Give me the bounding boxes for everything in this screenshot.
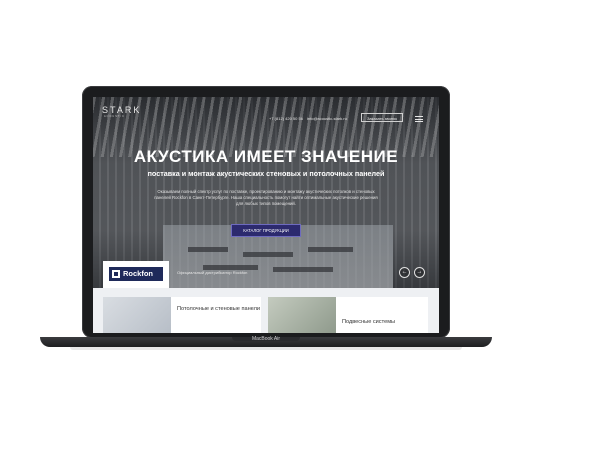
- category-title: Потолочные и стеновые панели: [177, 306, 260, 312]
- rockfon-logo: Rockfon: [109, 267, 163, 281]
- hero-title: АКУСТИКА ИМЕЕТ ЗНАЧЕНИЕ: [133, 147, 399, 166]
- catalog-button[interactable]: КАТАЛОГ ПРОДУКЦИИ: [231, 224, 301, 237]
- laptop-foot-shadow: [70, 347, 462, 350]
- partner-caption: Официальный дистрибьютор Rockfon: [177, 270, 248, 275]
- category-thumbnail: [268, 297, 336, 333]
- rockfon-logo-text: Rockfon: [123, 269, 153, 278]
- laptop-mockup: STARK ACOUSTIC +7 (812) 420 50 56 info@a…: [0, 0, 596, 449]
- categories-section: Потолочные и стеновые панели Подвесные с…: [93, 288, 439, 333]
- desk-row: [188, 247, 228, 252]
- desk-row: [308, 247, 353, 252]
- hero-subtitle: поставка и монтаж акустических стеновых …: [147, 169, 385, 178]
- rockfon-mark-icon: [112, 270, 120, 278]
- phone-link[interactable]: +7 (812) 420 50 56: [269, 116, 303, 121]
- laptop-screen: STARK ACOUSTIC +7 (812) 420 50 56 info@a…: [93, 97, 439, 333]
- top-navigation: STARK ACOUSTIC +7 (812) 420 50 56 info@a…: [93, 97, 439, 122]
- arrow-left-icon[interactable]: ←: [399, 267, 410, 278]
- category-card[interactable]: Потолочные и стеновые панели: [103, 297, 261, 333]
- email-link[interactable]: info@acoustic-stark.ru: [307, 116, 347, 121]
- desk-row: [243, 252, 293, 257]
- hero-section: STARK ACOUSTIC +7 (812) 420 50 56 info@a…: [93, 97, 439, 288]
- device-brand-label: MacBook Air: [251, 336, 281, 342]
- arrow-right-icon[interactable]: →: [414, 267, 425, 278]
- partner-logo-box[interactable]: Rockfon: [103, 261, 169, 288]
- desk-row: [273, 267, 333, 272]
- category-title: Подвесные системы: [342, 319, 396, 325]
- hamburger-icon[interactable]: [415, 116, 423, 122]
- callback-button[interactable]: Заказать звонок: [361, 113, 403, 122]
- category-card[interactable]: Подвесные системы: [268, 297, 428, 333]
- site-logo-subtitle: ACOUSTIC: [104, 115, 125, 118]
- category-thumbnail: [103, 297, 171, 333]
- hero-description: Оказываем полный спектр услуг по поставк…: [154, 189, 378, 206]
- site-logo[interactable]: STARK: [102, 105, 141, 115]
